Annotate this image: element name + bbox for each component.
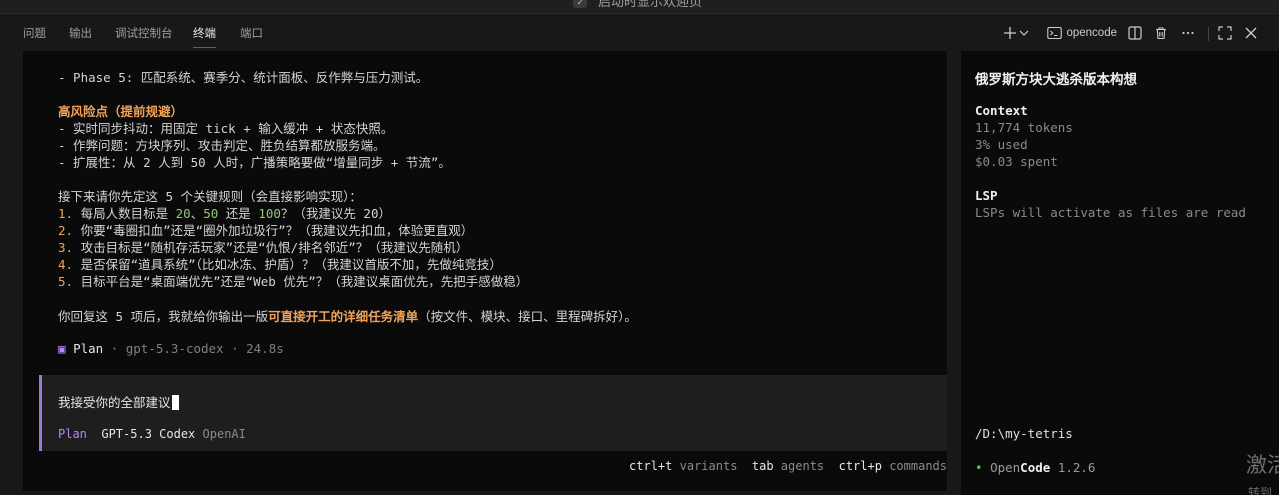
model-label[interactable]: GPT-5.3 Codex [101,427,195,441]
rule-text: ？（我建议先 20） [280,206,391,221]
hint-key: ctrl+t [629,459,673,473]
rule-text: 目标平台是“桌面端优先”还是“Web 优先”？（我建议桌面优先，先把手感做稳） [73,274,529,289]
hint-desc: agents [780,459,825,473]
terminal-icon [1047,26,1063,40]
working-directory: /D:\my-tetris [975,426,1073,441]
rule-item: 5. 目标平台是“桌面端优先”还是“Web 优先”？（我建议桌面优先，先把手感做… [58,271,528,290]
hint-desc: commands [889,459,947,473]
context-tokens: 11,774 tokens [975,120,1073,135]
rule-number: 1. [58,206,74,221]
trash-icon [1156,27,1166,40]
terminal-name: opencode [1066,27,1117,39]
close-panel-button[interactable] [1244,23,1258,43]
plan-mode: Plan [73,341,104,356]
split-icon [1128,26,1142,40]
kill-terminal-button[interactable] [1154,23,1168,43]
rule-text: 你要“毒圈扣血”还是“圈外加垃圾行”？（我建议先扣血，体验更直观） [73,223,474,238]
context-used: 3% used [975,137,1028,152]
plan-status: ▣ Plan · gpt-5.3-codex · 24.8s [58,341,284,356]
ellipsis-icon [1182,31,1194,35]
prompt-box[interactable]: 我接受你的全部建议 Plan GPT-5.3 Codex OpenAI [39,375,947,451]
rule-number: 2. [58,223,74,238]
hint-key: tab [751,459,774,473]
rule-number: 4. [58,257,74,272]
closing-highlight: 可直接开工的详细任务清单 [268,309,419,324]
title-text: 启动时显示欢迎页 [598,0,703,9]
text-cursor [171,395,179,410]
tab-output[interactable]: 输出 [69,25,92,41]
close-icon [1245,27,1257,39]
hint-desc: variants [679,459,738,473]
closing-text: （按文件、模块、接口、里程碑拆好）。 [418,309,637,324]
tab-terminal[interactable]: 终端 [193,25,216,48]
maximize-panel-button[interactable] [1218,23,1232,43]
terminal-selector[interactable]: opencode [1047,23,1117,43]
phase-line: - Phase 5: 匹配系统、赛季分、统计面板、反作弊与压力测试。 [58,70,429,85]
plan-meta: · gpt-5.3-codex · 24.8s [103,341,284,356]
closing-line: 你回复这 5 项后，我就给你输出一版可直接开工的详细任务清单（按文件、模块、接口… [58,306,637,325]
tab-problems[interactable]: 问题 [23,25,46,41]
checkbox-icon[interactable]: ✓ [573,0,587,8]
session-sidebar: 俄罗斯方块大逃杀版本构想 Context 11,774 tokens 3% us… [961,51,1279,495]
plan-square-icon: ▣ [58,341,66,356]
rule-value: 100 [258,206,281,221]
rule-text: 每局人数目标是 [73,206,176,221]
version-number: 1.2.6 [1057,460,1096,475]
lsp-heading: LSP [975,188,998,203]
lsp-text: LSPs will activate as files are read [975,205,1246,220]
provider-label: OpenAI [202,427,246,441]
split-terminal-button[interactable] [1128,23,1142,43]
rule-text: 还是 [218,206,259,221]
rule-value: 50 [203,206,219,221]
session-title: 俄罗斯方块大逃杀版本构想 [975,72,1137,88]
activation-watermark: 激活 [1246,454,1279,477]
divider [1208,27,1209,41]
context-spent: $0.03 spent [975,154,1058,169]
rule-text: 攻击目标是“随机存活玩家”还是“仇恨/排名邻近”？（我建议先随机） [73,240,469,255]
mode-label[interactable]: Plan [58,427,87,441]
title-bar: ✓ 启动时显示欢迎页 [0,0,1279,14]
rule-text: 是否保留“道具系统”（比如冰冻、护盾）？（我建议首版不加，先做纯竞技） [73,257,502,272]
tab-ports[interactable]: 端口 [240,25,263,41]
shortcut-hints: ctrl+t variants tab agents ctrl+p comman… [629,459,947,473]
rule-number: 5. [58,274,74,289]
prompt-input[interactable]: 我接受你的全部建议 [58,392,179,411]
terminal-output[interactable]: - Phase 5: 匹配系统、赛季分、统计面板、反作弊与压力测试。 高风险点（… [23,51,947,491]
rule-number: 3. [58,240,74,255]
hint-key: ctrl+p [838,459,882,473]
tab-debug-console[interactable]: 调试控制台 [115,25,173,41]
prompt-meta: Plan GPT-5.3 Codex OpenAI [58,427,246,441]
chevron-down-icon [1019,30,1029,36]
new-terminal-button[interactable] [1003,23,1029,43]
more-actions-button[interactable] [1181,23,1195,43]
brand-open: Open [990,460,1021,475]
context-heading: Context [975,103,1028,118]
plus-icon [1004,27,1016,39]
rule-value: 20 [175,206,191,221]
risk-item: - 扩展性：从 2 人到 50 人时，广播策略要做“增量同步 + 节流”。 [58,155,451,170]
rule-text: 、 [190,206,204,221]
brand-code: Code [1020,460,1051,475]
maximize-icon [1218,26,1232,40]
status-dot-icon: • [975,460,983,475]
prompt-text: 我接受你的全部建议 [58,395,171,410]
app-version: • OpenCode 1.2.6 [975,460,1095,475]
activation-watermark-sub: 转到 [1248,486,1273,495]
closing-text: 你回复这 5 项后，我就给你输出一版 [58,309,269,324]
